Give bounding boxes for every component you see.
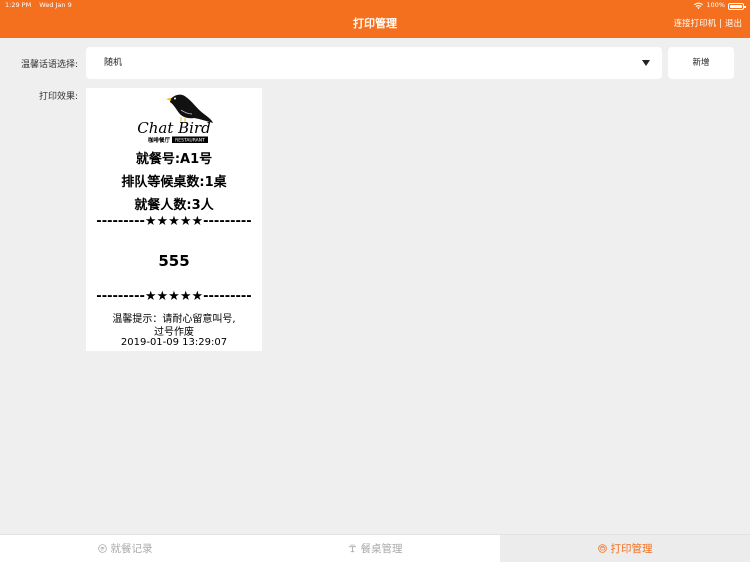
caret-down-icon (642, 60, 650, 66)
logout-button[interactable]: 退出 (725, 19, 742, 29)
add-button[interactable]: 新增 (668, 47, 734, 79)
connect-printer-button[interactable]: 连接打印机 (674, 19, 717, 29)
tab-label: 餐桌管理 (360, 543, 403, 555)
greeting-message: 555 (158, 252, 190, 270)
status-date: Wed Jan 9 (39, 1, 72, 9)
logo-text: Chat Bird (137, 119, 210, 137)
tab-label: 打印管理 (610, 543, 653, 555)
greeting-select-value: 随机 (104, 58, 123, 68)
battery-percent: 100% (706, 1, 725, 9)
status-time: 1:29 PM (5, 1, 32, 9)
greeting-select[interactable]: 随机 (86, 47, 662, 79)
printer-icon (597, 544, 607, 553)
header-bar: 1:29 PM Wed Jan 9 100% 打印管理 连接打印机 | 退出 (0, 0, 750, 38)
page-title: 打印管理 (353, 17, 397, 30)
tab-print-management[interactable]: 打印管理 (500, 535, 750, 562)
bottom-tab-bar: 就餐记录 餐桌管理 打印管理 (0, 534, 750, 562)
battery-icon (728, 3, 746, 10)
preview-label: 打印效果: (38, 92, 78, 102)
diner-count: 就餐人数:3人 (134, 198, 214, 213)
nav-actions: 连接打印机 | 退出 (674, 13, 742, 35)
status-left: 1:29 PM Wed Jan 9 (5, 0, 78, 11)
app-root: 1:29 PM Wed Jan 9 100% 打印管理 连接打印机 | 退出 温馨话… (0, 0, 750, 562)
wifi-icon (694, 2, 704, 9)
logo-subtext: 咖啡餐厅 (148, 136, 171, 144)
nav-separator: | (719, 19, 722, 29)
status-bar: 1:29 PM Wed Jan 9 100% (0, 0, 750, 11)
status-right: 100% (694, 0, 746, 11)
table-icon (348, 544, 356, 553)
greeting-label: 温馨话语选择: (20, 60, 78, 70)
stars-divider-top: ---------★★★★★--------- (96, 214, 252, 229)
tab-label: 就餐记录 (110, 543, 153, 555)
tab-dining-records[interactable]: 就餐记录 (0, 535, 250, 562)
print-timestamp: 2019-01-09 13:29:07 (120, 337, 228, 348)
queue-tables: 排队等候桌数:1桌 (121, 175, 227, 190)
logo-badge: RESTAURANT (175, 138, 205, 144)
stars-divider-bottom: ---------★★★★★--------- (96, 289, 252, 304)
chat-bird-logo: Chat Bird 咖啡餐厅 RESTAURANT (137, 94, 213, 144)
tip-line-2: 过号作废 (154, 327, 194, 338)
dining-number: 就餐号:A1号 (135, 152, 213, 167)
tab-table-management[interactable]: 餐桌管理 (250, 535, 500, 562)
list-icon (97, 544, 107, 553)
receipt-preview: Chat Bird 咖啡餐厅 RESTAURANT 就餐号:A1号 排队等候桌数… (86, 88, 262, 351)
